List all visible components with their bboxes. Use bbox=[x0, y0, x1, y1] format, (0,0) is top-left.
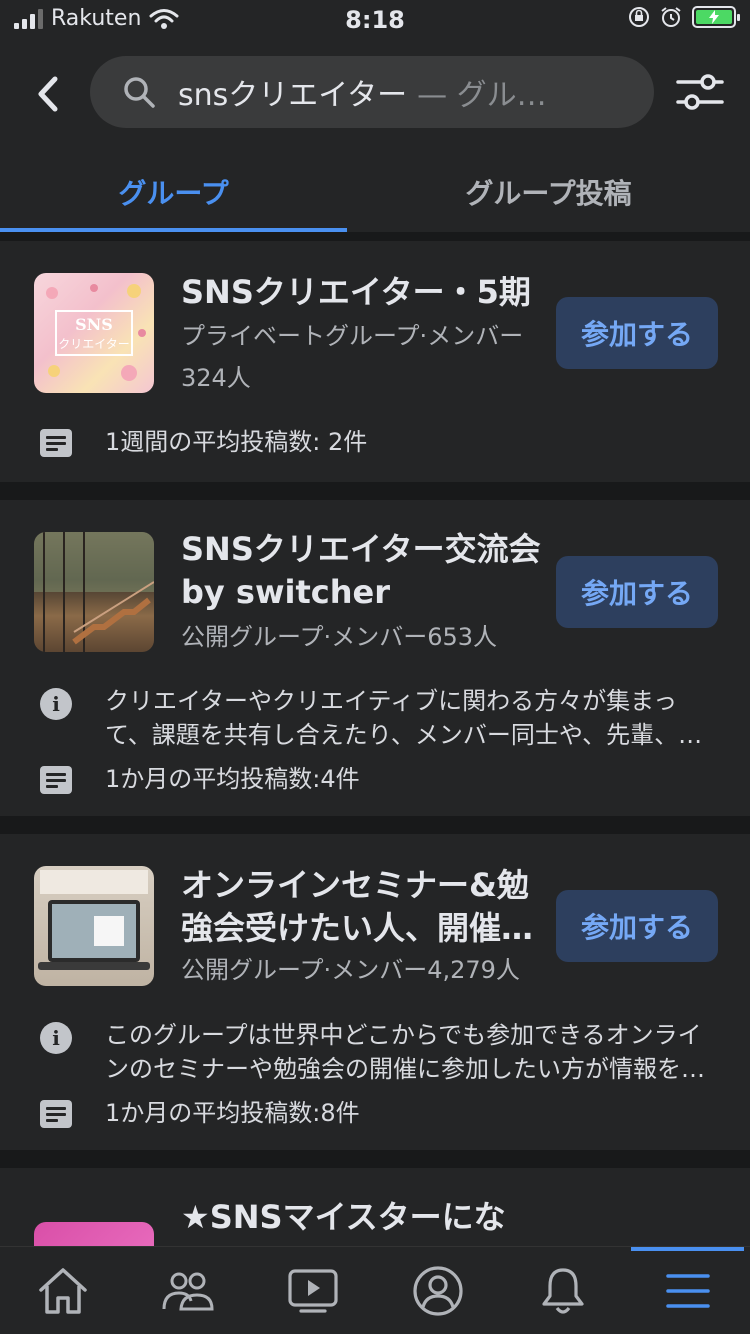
post-frequency: 1週間の平均投稿数: 2件 bbox=[105, 428, 368, 456]
home-icon bbox=[38, 1268, 87, 1314]
search-input[interactable]: snsクリエイター — グル… bbox=[90, 56, 654, 128]
nav-watch[interactable] bbox=[250, 1247, 375, 1334]
group-title[interactable]: ★SNSマイスターにな bbox=[181, 1196, 541, 1239]
tab-groups[interactable]: グループ bbox=[0, 152, 347, 232]
profile-icon bbox=[412, 1266, 463, 1316]
join-button[interactable]: 参加する bbox=[556, 556, 718, 628]
join-button[interactable]: 参加する bbox=[556, 297, 718, 369]
group-thumbnail bbox=[34, 532, 154, 652]
post-frequency: 1か月の平均投稿数:8件 bbox=[105, 1099, 360, 1127]
posts-icon bbox=[40, 766, 72, 794]
sliders-icon bbox=[676, 74, 724, 110]
search-header: snsクリエイター — グル… グループ グループ投稿 bbox=[0, 40, 750, 232]
search-scope: — グル… bbox=[417, 78, 547, 113]
search-icon bbox=[122, 74, 158, 110]
post-frequency-row: 1か月の平均投稿数:8件 bbox=[34, 1096, 724, 1130]
thumbnail-sublabel: クリエイター bbox=[58, 337, 130, 351]
posts-icon bbox=[40, 429, 72, 457]
posts-icon bbox=[40, 1100, 72, 1128]
group-privacy: プライベートグループ·メンバー bbox=[181, 322, 524, 350]
bottom-navigation bbox=[0, 1246, 750, 1334]
group-title[interactable]: オンラインセミナー&勉強会受けたい人、開催… bbox=[181, 864, 541, 950]
group-result-card[interactable]: SNSクリエイター交流会 by switcher 公開グループ·メンバー653人… bbox=[0, 500, 750, 816]
post-frequency-row: 1週間の平均投稿数: 2件 bbox=[34, 425, 724, 459]
group-title[interactable]: SNSクリエイター交流会 by switcher bbox=[181, 528, 541, 614]
post-frequency: 1か月の平均投稿数:4件 bbox=[105, 765, 360, 793]
description-row: i このグループは世界中どこからでも参加できるオンラインのセミナーや勉強会の開催… bbox=[34, 1018, 724, 1086]
battery-icon bbox=[692, 6, 740, 28]
info-icon: i bbox=[40, 1022, 72, 1054]
back-button[interactable] bbox=[26, 66, 70, 122]
group-privacy: 公開グループ·メンバー4,279人 bbox=[181, 956, 520, 984]
group-result-card[interactable]: オンラインセミナー&勉強会受けたい人、開催… 公開グループ·メンバー4,279人… bbox=[0, 834, 750, 1150]
search-results-page: Rakuten 8:18 snsクリエイター — グル… グループ グループ投稿… bbox=[0, 0, 750, 1334]
notifications-icon bbox=[541, 1268, 584, 1314]
watch-icon bbox=[287, 1269, 338, 1313]
group-result-card[interactable]: SNS クリエイター SNSクリエイター・5期 プライベートグループ·メンバー … bbox=[0, 241, 750, 482]
group-thumbnail: SNS クリエイター bbox=[34, 273, 154, 393]
post-frequency-row: 1か月の平均投稿数:4件 bbox=[34, 762, 724, 796]
nav-groups[interactable] bbox=[125, 1247, 250, 1334]
groups-icon bbox=[162, 1272, 214, 1311]
group-meta: プライベートグループ·メンバー 324人 bbox=[181, 315, 541, 399]
chevron-left-icon bbox=[38, 76, 58, 112]
tab-group-posts[interactable]: グループ投稿 bbox=[347, 152, 750, 232]
group-privacy: 公開グループ·メンバー653人 bbox=[181, 623, 497, 651]
group-title[interactable]: SNSクリエイター・5期 bbox=[181, 271, 541, 314]
nav-notifications[interactable] bbox=[500, 1247, 625, 1334]
group-member-count: 324人 bbox=[181, 364, 251, 392]
nav-home[interactable] bbox=[0, 1247, 125, 1334]
group-description: このグループは世界中どこからでも参加できるオンラインのセミナーや勉強会の開催に参… bbox=[105, 1021, 705, 1083]
nav-menu[interactable] bbox=[625, 1247, 750, 1334]
nav-profile[interactable] bbox=[375, 1247, 500, 1334]
status-icons bbox=[628, 6, 740, 28]
menu-icon bbox=[665, 1274, 710, 1308]
filter-button[interactable] bbox=[674, 66, 726, 118]
group-description: クリエイターやクリエイティブに関わる方々が集まって、課題を共有し合えたり、メンバ… bbox=[105, 687, 703, 749]
group-thumbnail bbox=[34, 866, 154, 986]
orientation-lock-icon bbox=[629, 7, 649, 27]
status-bar: Rakuten 8:18 bbox=[0, 0, 750, 40]
search-query: snsクリエイター bbox=[178, 78, 408, 113]
tab-bar: グループ グループ投稿 bbox=[0, 152, 750, 232]
description-row: i クリエイターやクリエイティブに関わる方々が集まって、課題を共有し合えたり、メ… bbox=[34, 684, 724, 752]
thumbnail-label: SNS bbox=[75, 315, 113, 334]
info-icon: i bbox=[40, 688, 72, 720]
alarm-icon bbox=[661, 7, 681, 27]
join-button[interactable]: 参加する bbox=[556, 890, 718, 962]
